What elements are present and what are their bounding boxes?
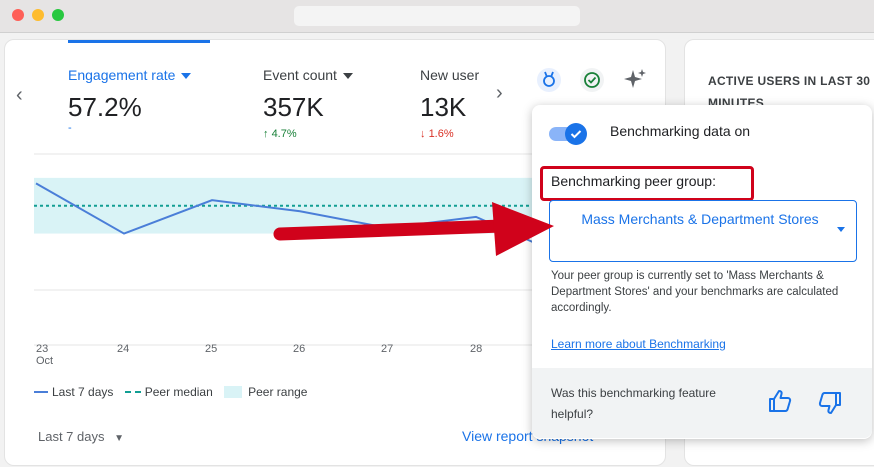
minimize-window-button[interactable] — [32, 9, 44, 21]
annotation-arrow — [273, 202, 554, 256]
legend-swatch-median — [124, 390, 141, 393]
caret-down-icon — [837, 227, 845, 232]
metric-value: 57.2% — [68, 92, 142, 122]
legend-label: Peer median — [144, 384, 213, 399]
metric-label: Engagement rate — [68, 67, 176, 83]
metric-delta: ↓ 1.6% — [420, 128, 454, 140]
x-tick-label: 26 — [293, 343, 306, 355]
chart-legend: Last 7 days Peer median Peer range — [34, 384, 307, 399]
x-tick-label: 23 Oct — [36, 343, 54, 367]
metric-delta: ↑ 4.7% — [263, 128, 297, 140]
metric-tab-event-count[interactable]: Event count — [263, 67, 353, 83]
caret-down-icon — [342, 73, 353, 80]
legend-swatch-last7 — [34, 390, 48, 393]
x-tick-label: 28 — [470, 343, 483, 355]
learn-more-link[interactable]: Learn more about Benchmarking — [551, 337, 726, 351]
feedback-question: Was this benchmarking feature helpful? — [551, 386, 716, 421]
date-range-select[interactable]: Last 7 days ▼ — [38, 429, 124, 444]
address-bar[interactable] — [294, 6, 580, 26]
metric-value: 357K — [263, 92, 324, 122]
close-window-button[interactable] — [12, 9, 24, 21]
legend-label: Peer range — [248, 384, 308, 399]
active-tab-indicator — [68, 40, 210, 43]
legend-swatch-range — [224, 385, 243, 398]
caret-down-icon — [181, 73, 192, 80]
check-circle-icon[interactable] — [579, 67, 605, 93]
maximize-window-button[interactable] — [52, 9, 64, 21]
metric-value: 13K — [420, 92, 467, 122]
toggle-knob — [565, 123, 587, 145]
benchmark-medal-icon[interactable] — [536, 67, 562, 93]
peer-group-value: Mass Merchants & Department Stores — [581, 211, 819, 227]
thumbs-down-icon[interactable] — [817, 391, 843, 420]
peer-group-label: Benchmarking peer group: — [551, 173, 716, 189]
arrow-down-icon: ↓ — [420, 128, 426, 140]
check-icon — [570, 130, 582, 139]
metric-label: Event count — [263, 67, 337, 83]
arrow-up-icon: ↑ — [263, 128, 269, 140]
chevron-right-icon[interactable]: › — [496, 82, 503, 105]
thumbs-up-icon[interactable] — [767, 389, 793, 418]
x-tick-label: 25 — [205, 343, 218, 355]
caret-down-icon: ▼ — [114, 433, 125, 444]
x-tick-label: 24 — [117, 343, 130, 355]
metric-tab-new-users[interactable]: New user — [420, 67, 484, 83]
window-titlebar — [0, 0, 874, 33]
x-tick-label: 27 — [381, 343, 394, 355]
chevron-left-icon[interactable]: ‹ — [16, 84, 23, 107]
benchmarking-toggle-label: Benchmarking data on — [610, 123, 751, 139]
benchmarking-toggle[interactable] — [549, 123, 589, 145]
legend-label: Last 7 days — [52, 384, 114, 399]
metric-label: New user — [420, 67, 480, 83]
peer-group-help-text: Your peer group is currently set to 'Mas… — [551, 270, 839, 314]
metric-tab-engagement-rate[interactable]: Engagement rate — [68, 67, 192, 83]
sparkle-icon[interactable] — [622, 67, 648, 93]
metric-delta: - — [68, 122, 72, 134]
